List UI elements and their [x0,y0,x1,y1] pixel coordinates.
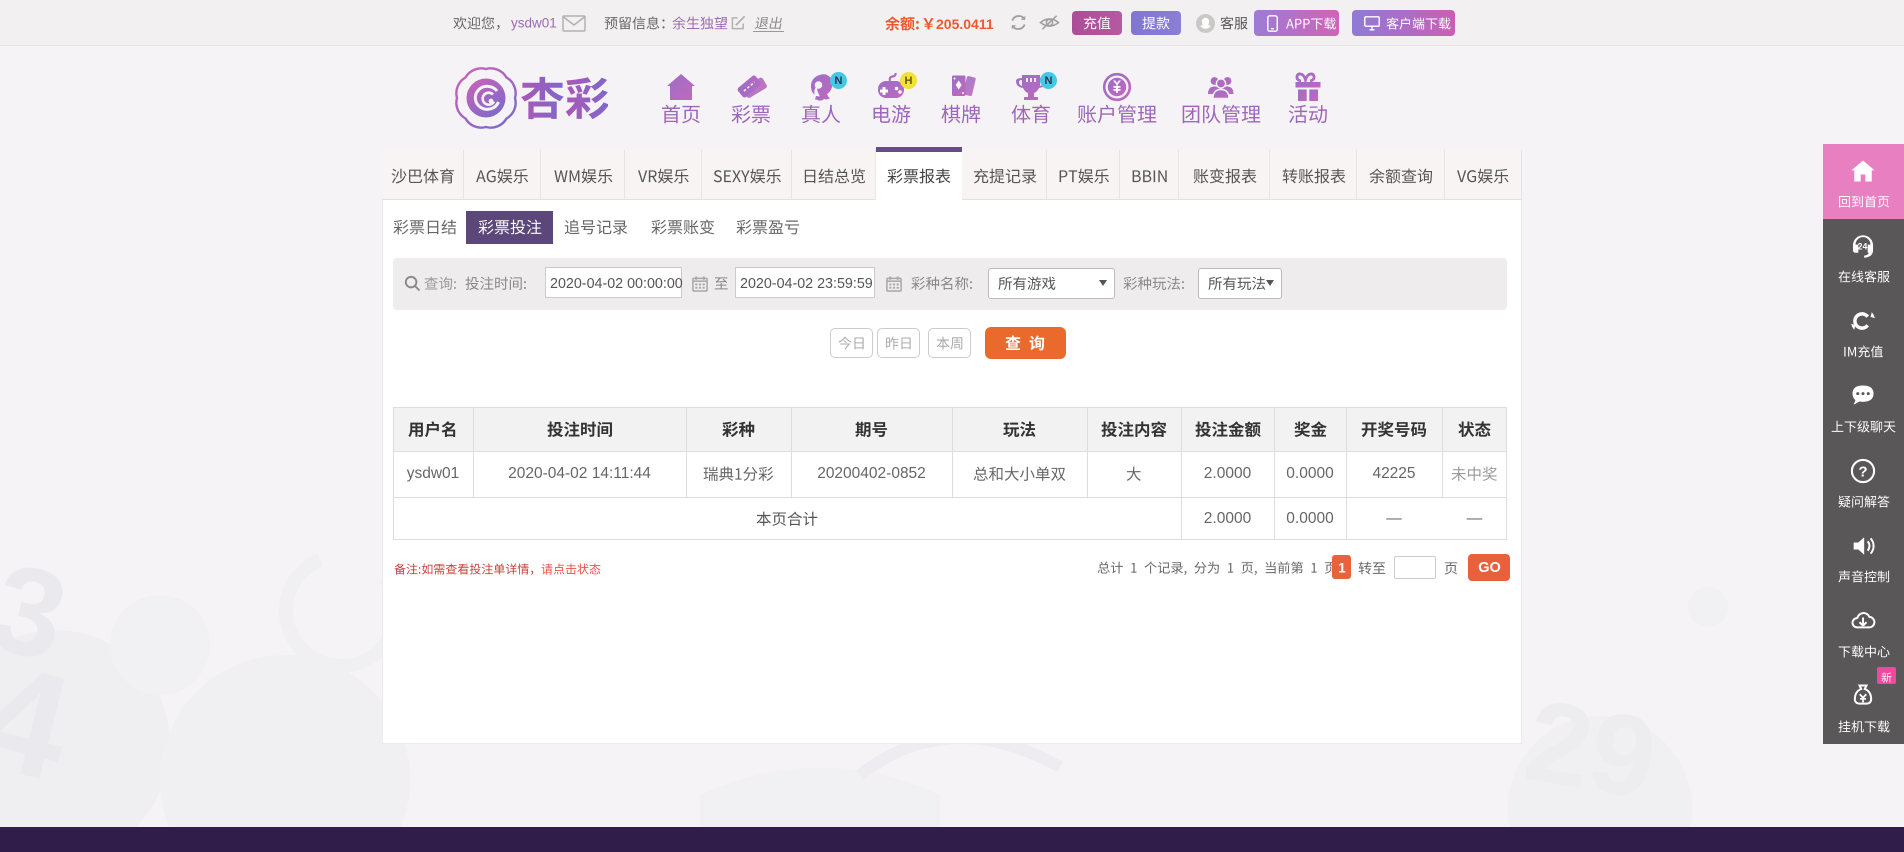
svg-text:24: 24 [1858,242,1868,252]
svg-text:29: 29 [1517,676,1665,824]
svg-text:?: ? [1858,463,1867,480]
